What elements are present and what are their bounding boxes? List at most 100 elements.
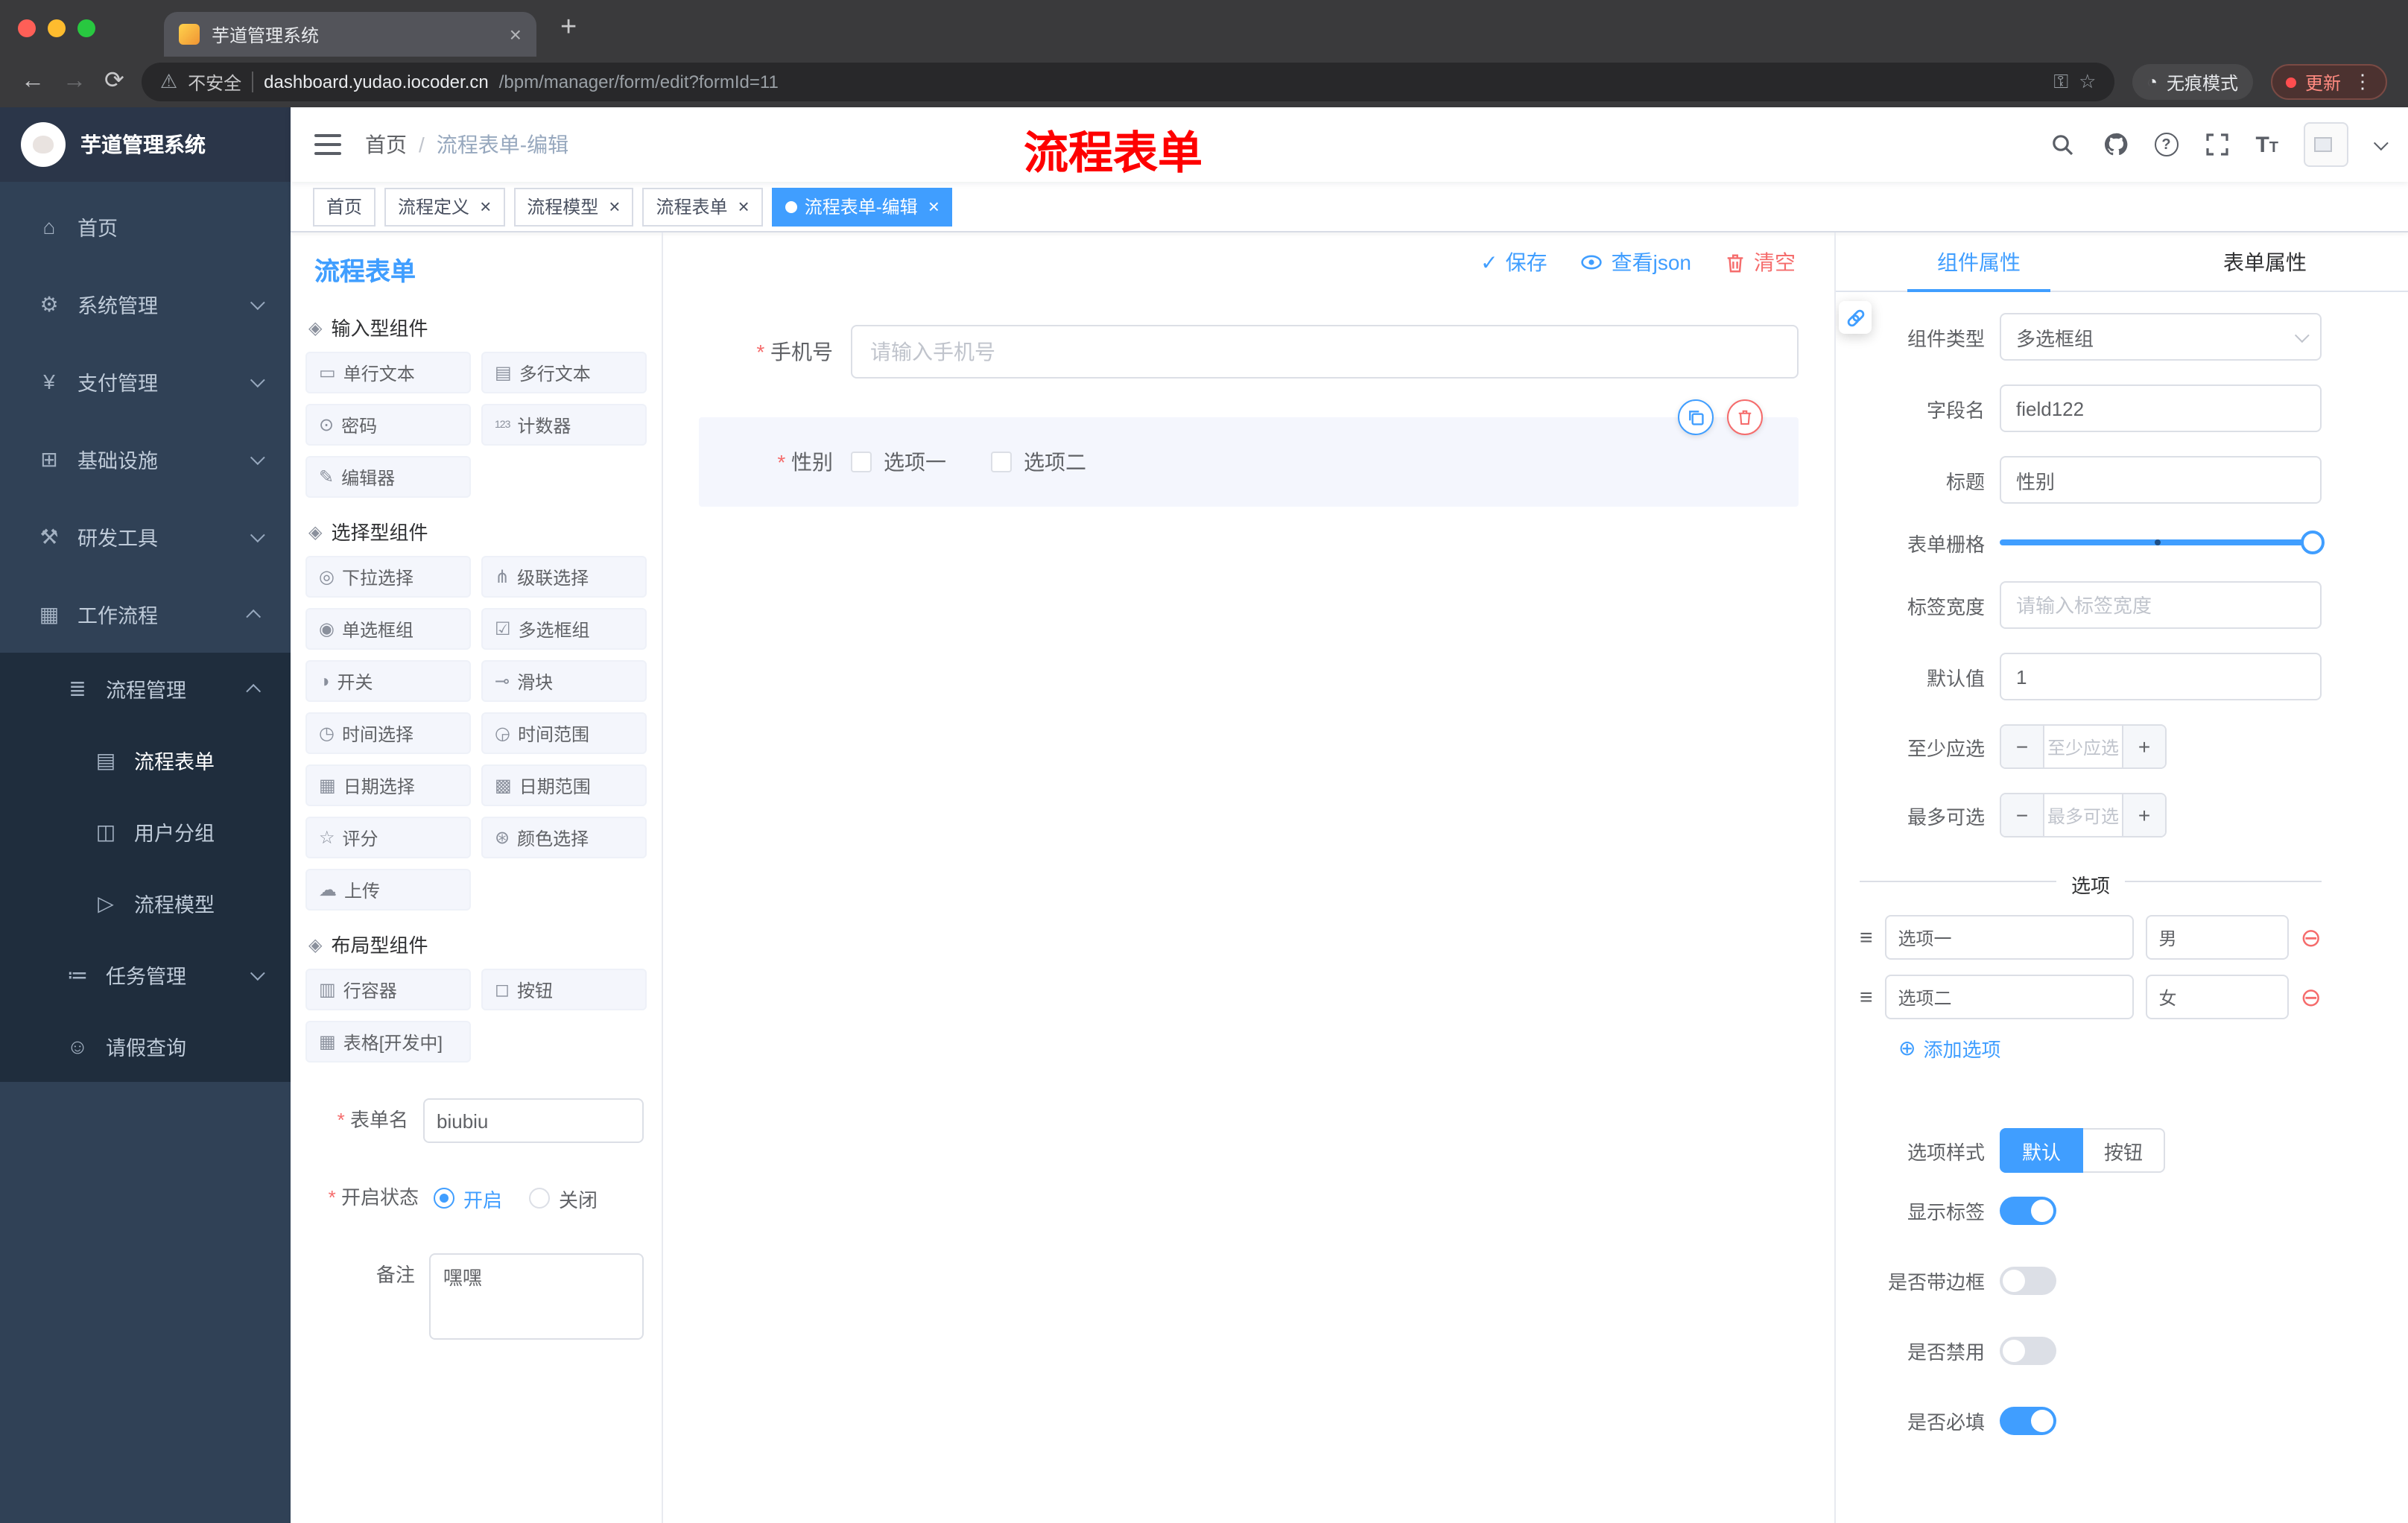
avatar[interactable] — [2304, 122, 2348, 167]
palette-item[interactable]: ⋔ 级联选择 — [481, 556, 647, 598]
zoom-window-button[interactable] — [77, 19, 95, 37]
field-name-input[interactable] — [2000, 384, 2322, 432]
tags-view-item[interactable]: 流程定义 × — [384, 187, 505, 226]
palette-item[interactable]: ▩ 日期范围 — [481, 764, 647, 806]
reload-icon[interactable]: ⟳ — [104, 69, 124, 94]
toggle-switch[interactable] — [2000, 1267, 2056, 1295]
minimize-window-button[interactable] — [48, 19, 66, 37]
gender-field-selected[interactable]: 性别 选项一 选项二 — [699, 399, 1799, 507]
tags-view-item[interactable]: 流程模型 × — [513, 187, 634, 226]
tab-component-props[interactable]: 组件属性 — [1836, 232, 2122, 292]
tags-view-item[interactable]: 首页 — [313, 187, 376, 226]
radio-option[interactable]: 开启 — [434, 1184, 502, 1212]
phone-field[interactable]: 手机号 — [699, 313, 1799, 390]
close-icon[interactable]: × — [928, 197, 940, 216]
slider-handle[interactable] — [2301, 531, 2325, 554]
checkbox-option[interactable]: 选项二 — [991, 447, 1086, 477]
option-label-input[interactable] — [1884, 975, 2134, 1019]
sidebar-item[interactable]: ◫ 用户分组 — [0, 796, 291, 867]
toggle-switch[interactable] — [2000, 1407, 2056, 1435]
palette-item[interactable]: ⊛ 颜色选择 — [481, 817, 647, 858]
browser-menu-icon[interactable]: ⋮ — [2353, 70, 2372, 94]
sidebar-item[interactable]: ⌂ 首页 — [0, 188, 291, 265]
max-select-value[interactable]: 最多可选 — [2043, 794, 2123, 836]
minus-icon[interactable]: − — [2001, 726, 2043, 767]
help-icon[interactable]: ? — [2154, 133, 2179, 156]
new-tab-button[interactable]: + — [560, 12, 577, 45]
remove-option-icon[interactable]: ⊖ — [2301, 984, 2322, 1010]
palette-item[interactable]: ▥ 行容器 — [305, 969, 471, 1010]
font-size-icon[interactable]: TT — [2255, 132, 2278, 157]
label-width-input[interactable] — [2000, 581, 2322, 629]
chevron-down-icon[interactable] — [2373, 135, 2389, 151]
breadcrumb-home[interactable]: 首页 — [365, 130, 407, 159]
sidebar-item[interactable]: ▦ 工作流程 — [0, 575, 291, 653]
close-window-button[interactable] — [18, 19, 36, 37]
view-json-button[interactable]: 查看json — [1580, 247, 1691, 277]
sidebar-item[interactable]: ⊞ 基础设施 — [0, 420, 291, 498]
component-type-select[interactable]: 多选框组 — [2000, 313, 2322, 361]
add-option-button[interactable]: ⊕ 添加选项 — [1898, 1034, 2322, 1063]
grid-slider[interactable] — [2000, 528, 2325, 557]
option-label-input[interactable] — [1884, 915, 2134, 960]
option-value-input[interactable] — [2145, 915, 2289, 960]
palette-item[interactable]: ☆ 评分 — [305, 817, 471, 858]
drag-handle-icon[interactable]: ≡ — [1860, 925, 1873, 950]
sidebar-logo[interactable]: 芋道管理系统 — [0, 107, 291, 182]
min-select-value[interactable]: 至少应选 — [2043, 726, 2123, 767]
sidebar-item[interactable]: ≣ 流程管理 — [0, 653, 291, 724]
form-remark-textarea[interactable]: 嘿嘿 — [429, 1253, 644, 1340]
radio-option[interactable]: 关闭 — [529, 1184, 598, 1212]
sidebar-item[interactable]: ¥ 支付管理 — [0, 343, 291, 420]
clear-button[interactable]: 清空 — [1724, 247, 1796, 277]
palette-item[interactable]: ☁ 上传 — [305, 869, 471, 911]
link-icon[interactable] — [1839, 301, 1872, 334]
copy-component-button[interactable] — [1678, 399, 1714, 435]
palette-item[interactable]: ◶ 时间范围 — [481, 712, 647, 754]
palette-item[interactable]: ◑ 开关 — [305, 660, 471, 702]
tags-view-item[interactable]: 流程表单 × — [642, 187, 763, 226]
palette-item[interactable]: ◎ 下拉选择 — [305, 556, 471, 598]
plus-icon[interactable]: + — [2123, 794, 2165, 836]
style-option-button[interactable]: 按钮 — [2083, 1128, 2166, 1173]
forward-icon[interactable]: → — [63, 69, 86, 94]
sidebar-item[interactable]: ⚙ 系统管理 — [0, 265, 291, 343]
title-input[interactable] — [2000, 456, 2322, 504]
fullscreen-icon[interactable] — [2203, 131, 2230, 158]
search-icon[interactable] — [2050, 131, 2076, 158]
palette-item[interactable]: ⊙ 密码 — [305, 404, 471, 446]
palette-item[interactable]: ⊸ 滑块 — [481, 660, 647, 702]
hamburger-icon[interactable] — [314, 134, 341, 155]
tab-close-icon[interactable]: × — [510, 24, 522, 45]
sidebar-item[interactable]: ▷ 流程模型 — [0, 867, 291, 939]
sidebar-item[interactable]: ▤ 流程表单 — [0, 724, 291, 796]
close-icon[interactable]: × — [609, 197, 620, 216]
back-icon[interactable]: ← — [21, 69, 45, 94]
drag-handle-icon[interactable]: ≡ — [1860, 984, 1873, 1010]
form-name-input[interactable] — [423, 1098, 644, 1143]
palette-item[interactable]: ✎ 编辑器 — [305, 456, 471, 498]
password-key-icon[interactable]: ⚿ — [2053, 70, 2068, 94]
sidebar-item[interactable]: ⚒ 研发工具 — [0, 498, 291, 575]
palette-item[interactable]: ▦ 日期选择 — [305, 764, 471, 806]
checkbox-option[interactable]: 选项一 — [851, 447, 946, 477]
palette-item[interactable]: ▤ 多行文本 — [481, 352, 647, 393]
toggle-switch[interactable] — [2000, 1337, 2056, 1365]
palette-item[interactable]: 123 计数器 — [481, 404, 647, 446]
style-option-button[interactable]: 默认 — [2000, 1128, 2084, 1173]
browser-update-button[interactable]: 更新 ⋮ — [2270, 64, 2387, 100]
close-icon[interactable]: × — [480, 197, 491, 216]
option-value-input[interactable] — [2145, 975, 2289, 1019]
sidebar-item[interactable]: ≔ 任务管理 — [0, 939, 291, 1010]
default-value-input[interactable] — [2000, 653, 2322, 700]
github-icon[interactable] — [2102, 131, 2129, 158]
minus-icon[interactable]: − — [2001, 794, 2043, 836]
palette-item[interactable]: ◷ 时间选择 — [305, 712, 471, 754]
bookmark-star-icon[interactable]: ☆ — [2079, 70, 2096, 94]
remove-option-icon[interactable]: ⊖ — [2301, 925, 2322, 950]
tags-view-item[interactable]: 流程表单-编辑 × — [771, 187, 953, 226]
palette-item[interactable]: ▭ 单行文本 — [305, 352, 471, 393]
delete-component-button[interactable] — [1727, 399, 1763, 435]
palette-item[interactable]: ◻ 按钮 — [481, 969, 647, 1010]
address-bar[interactable]: ⚠ 不安全 dashboard.yudao.iocoder.cn/bpm/man… — [142, 63, 2114, 101]
